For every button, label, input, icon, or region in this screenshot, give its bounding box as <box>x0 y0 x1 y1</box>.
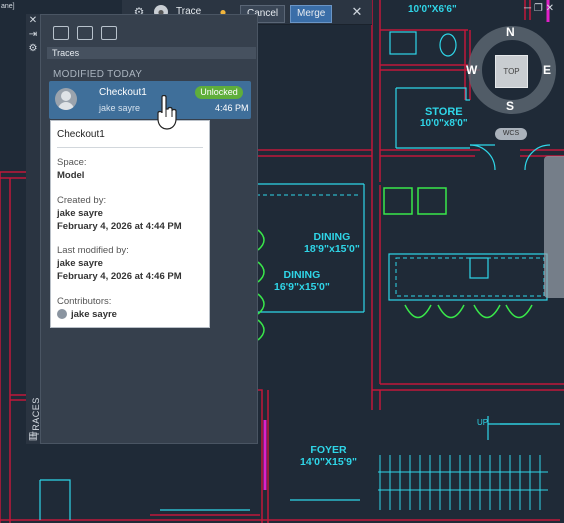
viewcube-east[interactable]: E <box>543 63 551 77</box>
stair-up-label: UP <box>477 418 489 427</box>
divider <box>57 147 203 148</box>
store-label: STORE 10'0"x8'0" <box>420 106 468 129</box>
contributor-avatar <box>57 309 67 319</box>
palette-title-bar[interactable]: ✕ ⇥ ⚙ TRACES ▤ <box>26 14 41 444</box>
trace-copy-icon[interactable] <box>101 26 117 40</box>
pin-icon[interactable]: ⇥ <box>28 30 38 40</box>
window-controls[interactable]: ─ ❐ ✕ <box>524 3 554 14</box>
close-icon[interactable]: ✕ <box>28 16 38 26</box>
trace-name: Checkout1 <box>99 87 147 98</box>
avatar <box>55 88 77 110</box>
viewcube-south[interactable]: S <box>506 99 514 113</box>
status-badge: Unlocked <box>195 86 243 99</box>
bath-dimension: 10'0"X6'6" <box>408 4 457 15</box>
dining1-dimension: 18'9"x15'0" <box>304 242 360 255</box>
trace-item[interactable]: Checkout1 jake sayre Unlocked 4:46 PM <box>49 81 251 119</box>
store-name: STORE <box>424 106 463 118</box>
foyer-label: FOYER 14'0"X15'9" <box>300 444 357 468</box>
merge-button[interactable]: Merge <box>290 5 333 23</box>
foyer-name: FOYER <box>310 444 347 456</box>
dining2-dimension: 16'9"x15'0" <box>274 280 330 293</box>
properties-icon[interactable]: ⚙ <box>28 44 38 54</box>
section-label: MODIFIED TODAY <box>53 69 143 80</box>
furniture-chairs <box>257 187 533 341</box>
viewcube-north[interactable]: N <box>506 25 515 39</box>
trace-user: jake sayre <box>99 103 141 113</box>
space-label: Space: <box>57 157 87 168</box>
hand-cursor-icon <box>157 95 177 130</box>
trace-time: 4:46 PM <box>215 103 249 113</box>
close-icon[interactable]: ✕ <box>350 5 364 19</box>
modified-label: Last modified by: <box>57 245 129 256</box>
navigation-bar[interactable] <box>544 156 564 298</box>
stray-label: ane] <box>1 3 15 10</box>
created-date: February 4, 2026 at 4:44 PM <box>57 221 182 232</box>
tooltip-title: Checkout1 <box>57 129 105 140</box>
palette-menu-icon[interactable]: ▤ <box>28 432 38 442</box>
created-label: Created by: <box>57 195 107 206</box>
avatar-body <box>58 102 74 110</box>
contributors-label: Contributors: <box>57 296 112 307</box>
wcs-menu[interactable]: WCS <box>495 128 527 140</box>
viewcube-top-face[interactable]: TOP <box>495 55 528 88</box>
palette-toolbar <box>41 15 257 45</box>
dining2-name: DINING <box>283 269 321 281</box>
viewcube-west[interactable]: W <box>466 63 477 77</box>
contributor-name: jake sayre <box>71 309 117 320</box>
modified-user: jake sayre <box>57 258 103 269</box>
palette-header: Traces <box>47 47 256 59</box>
space-value: Model <box>57 170 85 181</box>
trace-tooltip: Checkout1 Space: Model Created by: jake … <box>50 120 210 328</box>
dining1-name: DINING <box>313 231 351 243</box>
store-dimension: 10'0"x8'0" <box>420 118 468 130</box>
avatar-head <box>61 91 71 101</box>
new-trace-icon[interactable] <box>53 26 69 40</box>
dining-label-1: DINING 18'9"x15'0" <box>304 231 360 255</box>
created-user: jake sayre <box>57 208 103 219</box>
dining-label-2: DINING 16'9"x15'0" <box>274 269 330 293</box>
import-trace-icon[interactable] <box>77 26 93 40</box>
foyer-dimension: 14'0"X15'9" <box>300 455 357 468</box>
modified-date: February 4, 2026 at 4:46 PM <box>57 271 182 282</box>
stair-treads <box>378 455 548 510</box>
